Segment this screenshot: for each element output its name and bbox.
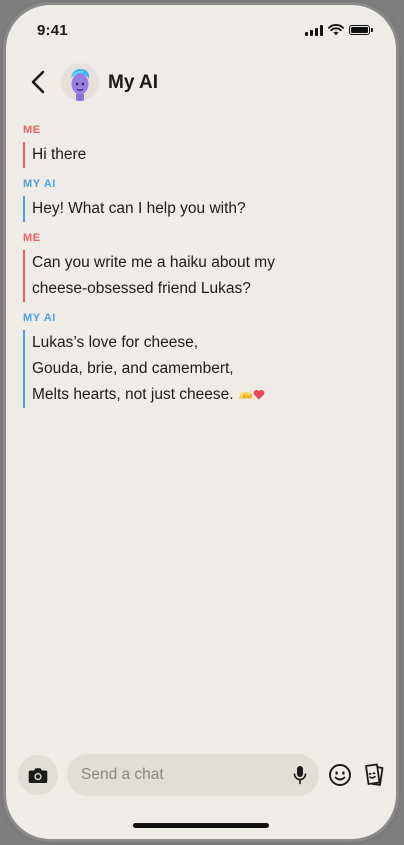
battery-icon: [349, 25, 373, 35]
sender-label: MY AI: [23, 312, 56, 324]
chat-header: My AI: [6, 57, 396, 107]
microphone-button[interactable]: [293, 765, 307, 785]
sticker-button[interactable]: [360, 762, 386, 788]
message-list: ME Hi there MY AI Hey! What can I help y…: [6, 123, 396, 417]
microphone-icon: [293, 766, 307, 785]
message-body[interactable]: Can you write me a haiku about my cheese…: [23, 250, 352, 302]
message-text: Can you write me a haiku about my: [32, 254, 275, 271]
cellular-signal-icon: [305, 24, 323, 36]
message-text: Lukas’s love for cheese,: [32, 334, 199, 351]
wifi-icon: [328, 24, 344, 36]
cheese-emoji-icon: [238, 392, 252, 399]
emoji-button[interactable]: [328, 763, 352, 787]
message-text: Melts hearts, not just cheese.: [32, 386, 234, 403]
chat-title: My AI: [108, 72, 158, 93]
sender-label: MY AI: [23, 178, 56, 190]
avatar[interactable]: [61, 63, 99, 101]
message-text: Hey! What can I help you with?: [32, 200, 246, 217]
message-text: cheese-obsessed friend Lukas?: [32, 280, 251, 297]
message-body[interactable]: Hi there: [23, 142, 352, 168]
sender-label: ME: [23, 124, 41, 136]
sender-label: ME: [23, 232, 41, 244]
message-text: Gouda, brie, and camembert,: [32, 360, 234, 377]
message-body[interactable]: Lukas’s love for cheese, Gouda, brie, an…: [23, 330, 352, 408]
bitmoji-avatar-icon: [61, 63, 99, 101]
message-text-with-emoji: Melts hearts, not just cheese.: [32, 382, 352, 408]
camera-button[interactable]: [18, 755, 58, 795]
message-group: MY AI Hey! What can I help you with?: [23, 177, 396, 222]
home-indicator: [133, 823, 269, 828]
message-group: MY AI Lukas’s love for cheese, Gouda, br…: [23, 311, 396, 408]
chat-input[interactable]: [81, 754, 271, 796]
sticker-icon: [365, 763, 384, 786]
message-group: ME Can you write me a haiku about my che…: [23, 231, 396, 302]
chevron-left-icon: [31, 70, 45, 94]
chat-composer: [67, 754, 319, 796]
device-frame: 9:41 My AI ME Hi there MY AI Hey! What c…: [0, 0, 404, 845]
camera-icon: [28, 767, 48, 783]
message-body[interactable]: Hey! What can I help you with?: [23, 196, 352, 222]
phone-screen: 9:41 My AI ME Hi there MY AI Hey! What c…: [6, 5, 396, 839]
back-button[interactable]: [28, 69, 50, 95]
status-icons: [305, 24, 373, 36]
status-time: 9:41: [37, 22, 68, 39]
status-bar: 9:41: [6, 5, 396, 53]
message-group: ME Hi there: [23, 123, 396, 168]
heart-emoji-icon: [253, 389, 264, 400]
smiley-icon: [329, 764, 351, 786]
message-text: Hi there: [32, 146, 87, 163]
